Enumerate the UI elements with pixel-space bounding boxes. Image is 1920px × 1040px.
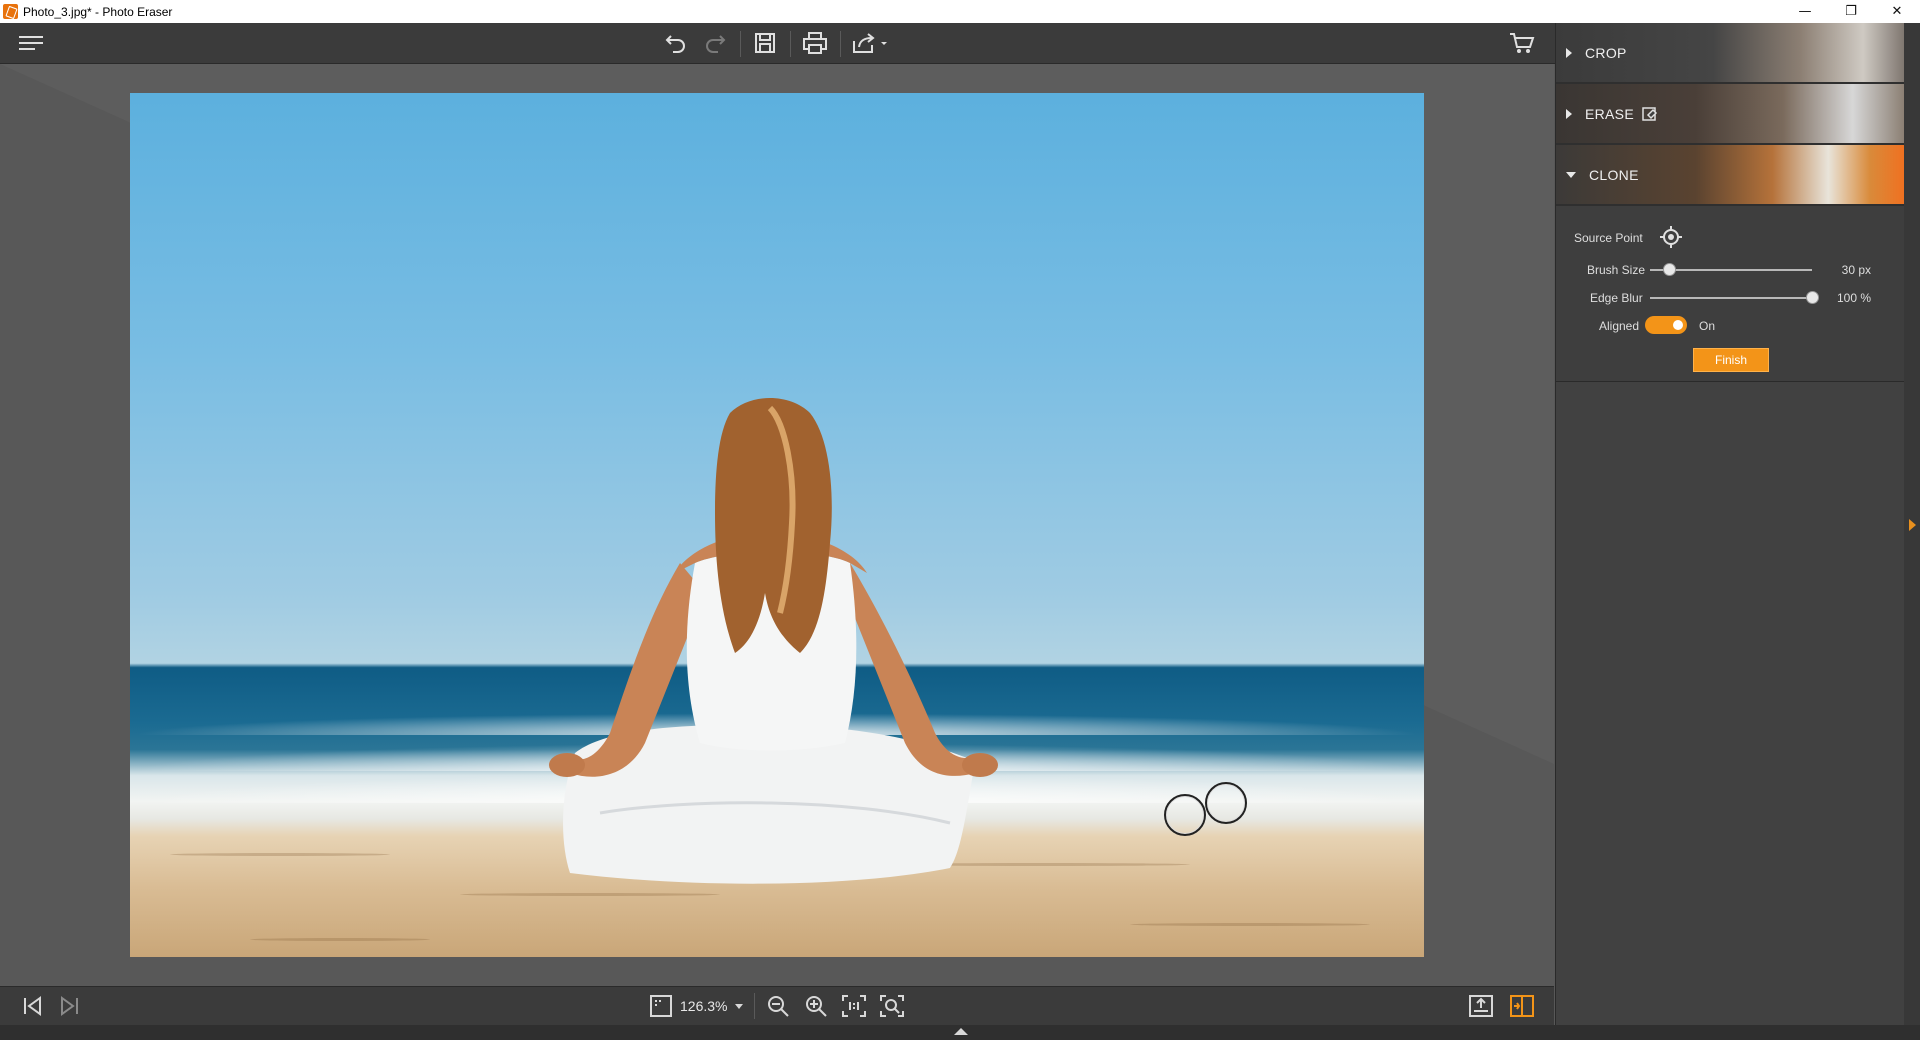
brush-size-label: Brush Size — [1587, 263, 1646, 277]
zoom-in-icon — [806, 996, 827, 1017]
aligned-label: Aligned — [1599, 319, 1640, 333]
redo-button[interactable] — [698, 27, 732, 59]
zoom-out-icon — [768, 996, 789, 1017]
print-button[interactable] — [798, 27, 832, 59]
edge-blur-label: Edge Blur — [1590, 291, 1643, 305]
save-button[interactable] — [748, 27, 782, 59]
export-icon — [1469, 995, 1493, 1017]
app-logo-icon — [3, 4, 18, 19]
save-icon — [755, 33, 775, 53]
toolbar-divider — [790, 31, 791, 57]
edge-blur-slider-handle[interactable] — [1806, 291, 1819, 304]
cart-icon — [1510, 33, 1535, 53]
minimize-button[interactable]: — — [1782, 0, 1828, 23]
aligned-state: On — [1699, 319, 1716, 333]
redo-icon — [706, 35, 726, 53]
fit-to-window-button[interactable] — [645, 991, 677, 1021]
expand-arrow-icon — [1566, 47, 1572, 58]
section-crop-label: CROP — [1585, 44, 1627, 61]
print-icon — [803, 32, 827, 54]
zoom-dropdown-icon[interactable] — [734, 1003, 744, 1011]
brush-size-value: 30 px — [1841, 263, 1871, 277]
first-image-icon — [24, 996, 41, 1016]
first-image-button[interactable] — [16, 991, 48, 1021]
share-icon — [853, 33, 887, 53]
menu-button[interactable] — [14, 27, 48, 59]
panel-collapse-strip[interactable] — [1904, 23, 1920, 1025]
bottombar-divider — [754, 993, 755, 1019]
section-erase-header[interactable]: ERASE — [1566, 84, 1658, 143]
section-erase-label: ERASE — [1585, 105, 1634, 122]
actual-size-button[interactable] — [838, 991, 870, 1021]
section-clone-header[interactable]: CLONE — [1566, 145, 1639, 204]
edge-blur-value: 100 % — [1836, 291, 1871, 305]
undo-button[interactable] — [659, 27, 693, 59]
title-bar: Photo_3.jpg* - Photo Eraser — ❐ ✕ — [0, 0, 1920, 23]
window-controls: — ❐ ✕ — [1782, 0, 1920, 23]
section-clone[interactable]: CLONE — [1556, 145, 1905, 206]
top-toolbar — [0, 23, 1555, 64]
undo-icon — [665, 35, 685, 53]
brush-size-slider-handle[interactable] — [1663, 263, 1677, 276]
close-button[interactable]: ✕ — [1874, 0, 1920, 23]
tools-panel: CROP ERASE CLONE Source Point Brush Size… — [1555, 23, 1905, 1025]
clone-source-cursor — [1205, 782, 1247, 824]
erase-mode-icon — [1642, 106, 1658, 121]
edge-blur-slider[interactable] — [1650, 297, 1812, 299]
subject-left-hand — [549, 753, 585, 777]
panel-toggle-arrow-icon[interactable] — [1909, 519, 1916, 531]
fit-icon — [650, 995, 672, 1017]
section-erase[interactable]: ERASE — [1556, 84, 1905, 145]
toolbar-divider — [840, 31, 841, 57]
source-point-label: Source Point — [1574, 231, 1643, 245]
subject-right-hand — [962, 753, 998, 777]
image-canvas[interactable] — [0, 64, 1554, 985]
collapse-arrow-icon — [1566, 171, 1576, 178]
aligned-toggle[interactable] — [1645, 316, 1687, 334]
expand-up-icon[interactable] — [954, 1028, 968, 1035]
zoom-out-button[interactable] — [762, 991, 794, 1021]
compare-view-button[interactable] — [1506, 991, 1538, 1021]
section-clone-label: CLONE — [1589, 166, 1639, 183]
menu-icon — [19, 36, 43, 50]
cart-button[interactable] — [1505, 27, 1539, 59]
next-image-icon — [61, 996, 78, 1016]
finish-button[interactable]: Finish — [1693, 348, 1769, 372]
subject-hair — [715, 398, 832, 653]
section-crop[interactable]: CROP — [1556, 23, 1905, 84]
zoom-in-button[interactable] — [800, 991, 832, 1021]
clone-target-cursor — [1164, 794, 1206, 836]
zoom-fit-icon — [880, 995, 904, 1017]
compare-icon — [1510, 995, 1534, 1017]
target-icon[interactable] — [1660, 226, 1682, 248]
zoom-to-fit-button[interactable] — [876, 991, 908, 1021]
photo[interactable] — [130, 93, 1424, 957]
bottom-toolbar: 126.3% — [0, 986, 1554, 1025]
export-button[interactable] — [1465, 991, 1497, 1021]
clone-settings: Source Point Brush Size 30 px Edge Blur … — [1556, 206, 1905, 382]
filmstrip-toggle-bar[interactable] — [0, 1025, 1920, 1040]
expand-arrow-icon — [1566, 108, 1572, 119]
restore-button[interactable]: ❐ — [1828, 0, 1874, 23]
aligned-toggle-knob — [1673, 320, 1683, 330]
photo-subject — [549, 398, 998, 884]
zoom-level[interactable]: 126.3% — [680, 998, 727, 1014]
toolbar-divider — [740, 31, 741, 57]
share-button[interactable] — [848, 27, 892, 59]
section-crop-header[interactable]: CROP — [1566, 23, 1627, 82]
next-image-button[interactable] — [54, 991, 86, 1021]
actual-size-icon — [842, 995, 866, 1017]
window-title: Photo_3.jpg* - Photo Eraser — [23, 4, 173, 19]
